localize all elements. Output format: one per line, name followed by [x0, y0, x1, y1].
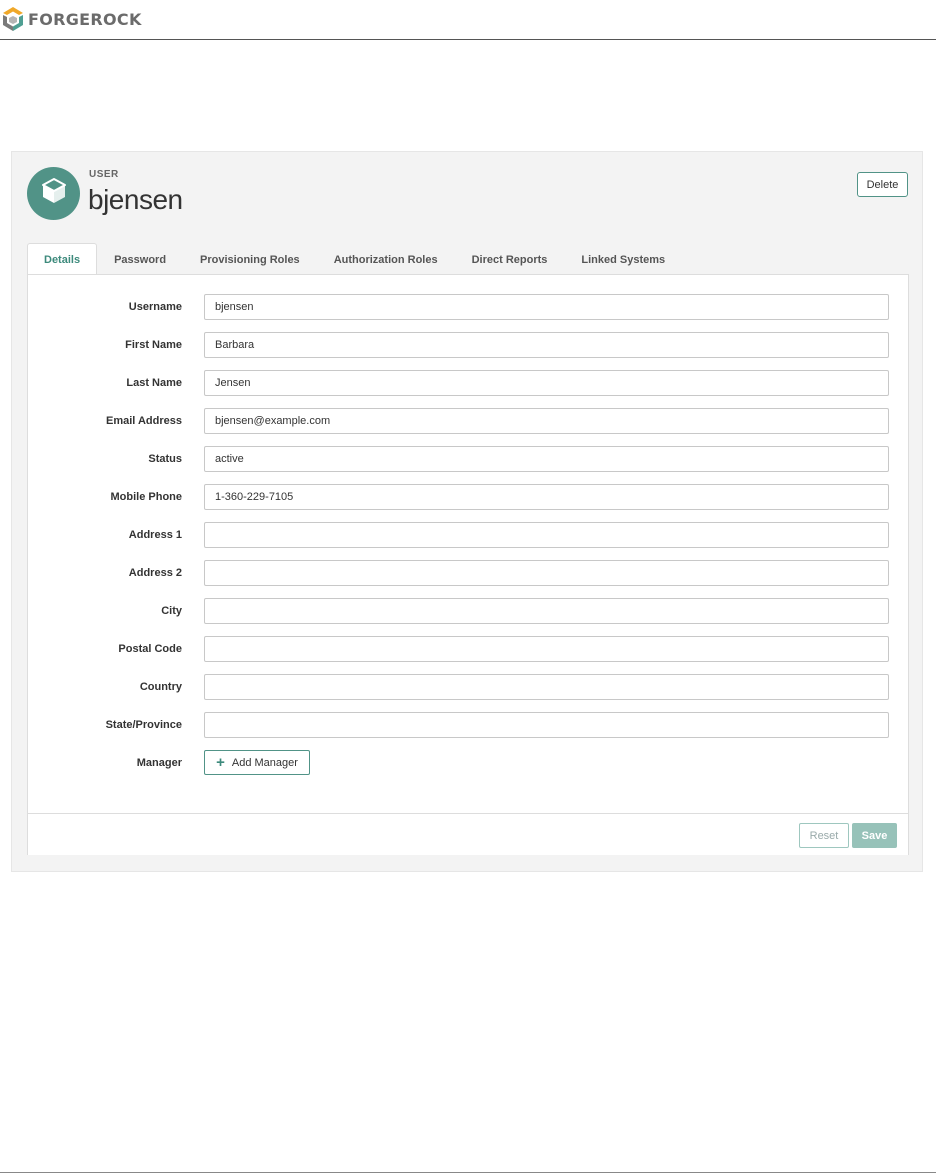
add-manager-label: Add Manager — [231, 756, 298, 769]
postal-code-input[interactable] — [204, 636, 889, 662]
state-province-input[interactable] — [204, 712, 889, 738]
form-row-address-1: Address 1 — [28, 522, 910, 548]
plus-icon: + — [216, 754, 225, 771]
address-1-label: Address 1 — [128, 529, 182, 541]
status-label: Status — [148, 453, 182, 465]
mobile-phone-label: Mobile Phone — [110, 491, 183, 503]
username-input[interactable] — [204, 294, 889, 320]
form-row-status: Status — [28, 446, 910, 472]
status-input[interactable] — [204, 446, 889, 472]
city-label: City — [161, 605, 182, 617]
address-1-input[interactable] — [204, 522, 889, 548]
form-row-postal-code: Postal Code — [28, 636, 910, 662]
last-name-label: Last Name — [126, 377, 182, 389]
form-row-country: Country — [28, 674, 910, 700]
city-input[interactable] — [204, 598, 889, 624]
forgerock-logo[interactable]: FORGEROCK — [2, 6, 142, 32]
form-row-username: Username — [28, 294, 910, 320]
manager-label: Manager — [136, 757, 182, 769]
brand-name: FORGEROCK — [28, 9, 142, 29]
page-bottom-rule — [0, 1172, 936, 1173]
form-row-city: City — [28, 598, 910, 624]
details-panel: Username First Name Last Name Email Addr… — [27, 274, 909, 855]
username-label: Username — [128, 301, 182, 313]
address-2-label: Address 2 — [128, 567, 182, 579]
user-profile-frame: USER bjensen Delete Details Password Pro… — [11, 151, 923, 872]
form-footer: Reset Save — [28, 813, 908, 855]
country-label: Country — [139, 681, 182, 693]
reset-button[interactable]: Reset — [799, 823, 849, 848]
user-avatar — [27, 167, 80, 220]
tab-bar: Details Password Provisioning Roles Auth… — [27, 243, 682, 276]
first-name-label: First Name — [125, 339, 182, 351]
cube-icon — [41, 177, 67, 210]
form-row-email: Email Address — [28, 408, 910, 434]
tab-password[interactable]: Password — [97, 243, 183, 275]
email-input[interactable] — [204, 408, 889, 434]
email-label: Email Address — [105, 415, 182, 427]
mobile-phone-input[interactable] — [204, 484, 889, 510]
form-row-last-name: Last Name — [28, 370, 910, 396]
add-manager-button[interactable]: + Add Manager — [204, 750, 310, 775]
tab-linked-systems[interactable]: Linked Systems — [564, 243, 682, 275]
form-row-address-2: Address 2 — [28, 560, 910, 586]
first-name-input[interactable] — [204, 332, 889, 358]
top-bar: FORGEROCK — [0, 0, 936, 40]
tab-details[interactable]: Details — [27, 243, 98, 276]
address-2-input[interactable] — [204, 560, 889, 586]
tab-direct-reports[interactable]: Direct Reports — [455, 243, 565, 275]
tab-provisioning-roles[interactable]: Provisioning Roles — [183, 243, 317, 275]
page-title: bjensen — [88, 184, 183, 215]
country-input[interactable] — [204, 674, 889, 700]
postal-code-label: Postal Code — [118, 643, 182, 655]
delete-button[interactable]: Delete — [857, 172, 908, 197]
form-row-first-name: First Name — [28, 332, 910, 358]
form-row-mobile-phone: Mobile Phone — [28, 484, 910, 510]
object-type-label: USER — [89, 169, 119, 180]
forgerock-logo-icon — [2, 6, 24, 32]
state-province-label: State/Province — [105, 719, 182, 731]
tab-authorization-roles[interactable]: Authorization Roles — [317, 243, 455, 275]
last-name-input[interactable] — [204, 370, 889, 396]
save-button[interactable]: Save — [852, 823, 897, 848]
form-row-manager: Manager + Add Manager — [28, 750, 910, 776]
form-row-state-province: State/Province — [28, 712, 910, 738]
